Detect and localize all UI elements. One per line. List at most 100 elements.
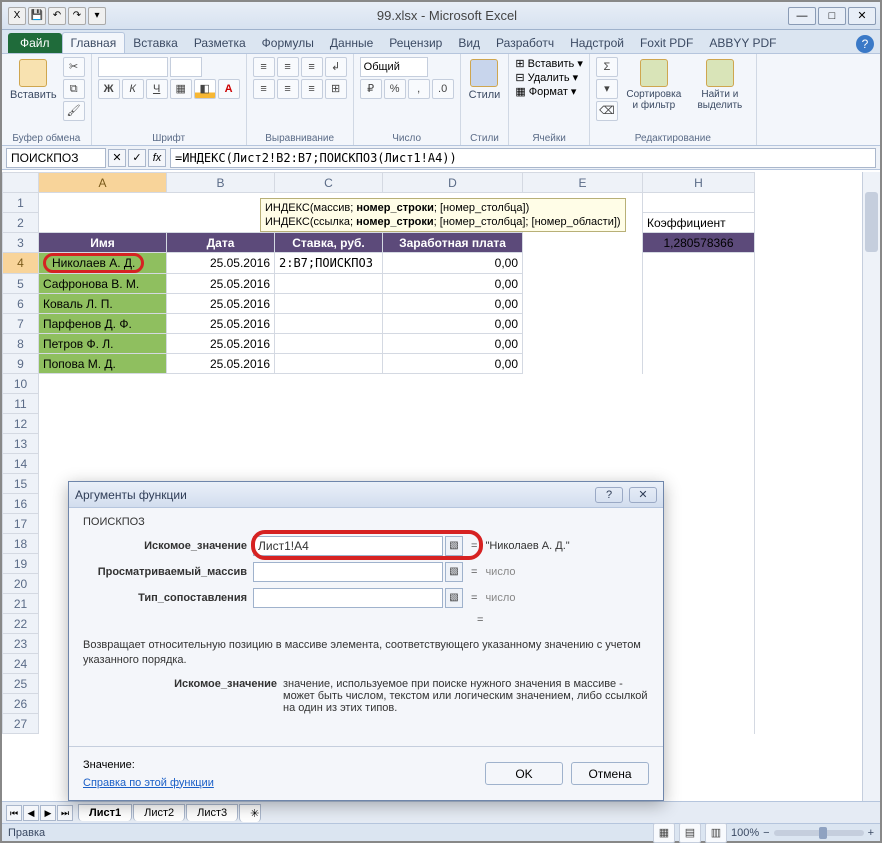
- row-7[interactable]: 7: [3, 314, 39, 334]
- row-24[interactable]: 24: [3, 654, 39, 674]
- tab-abbyy[interactable]: ABBYY PDF: [701, 33, 784, 53]
- row-9[interactable]: 9: [3, 354, 39, 374]
- row-3[interactable]: 3: [3, 233, 39, 253]
- paste-button[interactable]: Вставить: [8, 57, 59, 103]
- minimize-button[interactable]: —: [788, 7, 816, 25]
- row-8[interactable]: 8: [3, 334, 39, 354]
- row-20[interactable]: 20: [3, 574, 39, 594]
- dialog-titlebar[interactable]: Аргументы функции ? ✕: [69, 482, 663, 508]
- redo-icon[interactable]: ↷: [68, 7, 86, 25]
- inc-dec-icon[interactable]: .0: [432, 79, 454, 99]
- sheet-nav-next[interactable]: ▶: [40, 805, 56, 821]
- row-21[interactable]: 21: [3, 594, 39, 614]
- vertical-scrollbar[interactable]: [862, 172, 880, 801]
- hdr-date[interactable]: Дата: [167, 233, 275, 253]
- cell-a9[interactable]: Попова М. Д.: [39, 354, 167, 374]
- cells-insert[interactable]: ⊞ Вставить ▾: [515, 57, 583, 70]
- cell-a6[interactable]: Коваль Л. П.: [39, 294, 167, 314]
- font-name-box[interactable]: [98, 57, 168, 77]
- align-top-icon[interactable]: ≡: [253, 57, 275, 77]
- cell-d8[interactable]: 0,00: [383, 334, 523, 354]
- row-17[interactable]: 17: [3, 514, 39, 534]
- view-layout-icon[interactable]: ▤: [679, 823, 701, 843]
- row-1[interactable]: 1: [3, 193, 39, 213]
- row-13[interactable]: 13: [3, 434, 39, 454]
- align-right-icon[interactable]: ≡: [301, 79, 323, 99]
- koef-value[interactable]: 1,280578366: [643, 233, 755, 253]
- row-4[interactable]: 4: [3, 253, 39, 274]
- col-a[interactable]: A: [39, 173, 167, 193]
- help-icon[interactable]: ?: [856, 35, 874, 53]
- tab-review[interactable]: Рецензир: [381, 33, 450, 53]
- cell-c6[interactable]: [275, 294, 383, 314]
- koef-label[interactable]: Коэффициент: [643, 213, 755, 233]
- wrap-icon[interactable]: ↲: [325, 57, 347, 77]
- col-d[interactable]: D: [383, 173, 523, 193]
- align-center-icon[interactable]: ≡: [277, 79, 299, 99]
- tab-view[interactable]: Вид: [450, 33, 488, 53]
- dialog-help-link[interactable]: Справка по этой функции: [83, 777, 214, 789]
- font-color-icon[interactable]: A: [218, 79, 240, 99]
- file-tab[interactable]: Файл: [8, 33, 62, 53]
- cell-b9[interactable]: 25.05.2016: [167, 354, 275, 374]
- row-14[interactable]: 14: [3, 454, 39, 474]
- tab-formulas[interactable]: Формулы: [254, 33, 322, 53]
- dialog-help-icon[interactable]: ?: [595, 487, 623, 503]
- border-icon[interactable]: ▦: [170, 79, 192, 99]
- arg3-input[interactable]: [253, 588, 443, 608]
- cell-c7[interactable]: [275, 314, 383, 334]
- sheet-nav-first[interactable]: ⏮: [6, 805, 22, 821]
- col-e[interactable]: E: [523, 173, 643, 193]
- cell-b5[interactable]: 25.05.2016: [167, 274, 275, 294]
- view-normal-icon[interactable]: ▦: [653, 823, 675, 843]
- find-select-button[interactable]: Найти и выделить: [690, 57, 750, 113]
- row-10[interactable]: 10: [3, 374, 39, 394]
- cell-a7[interactable]: Парфенов Д. Ф.: [39, 314, 167, 334]
- cell-d9[interactable]: 0,00: [383, 354, 523, 374]
- currency-icon[interactable]: ₽: [360, 79, 382, 99]
- italic-icon[interactable]: К: [122, 79, 144, 99]
- hdr-name[interactable]: Имя: [39, 233, 167, 253]
- sheet-tab-1[interactable]: Лист1: [78, 804, 132, 821]
- percent-icon[interactable]: %: [384, 79, 406, 99]
- cell-d6[interactable]: 0,00: [383, 294, 523, 314]
- qat-dropdown-icon[interactable]: ▾: [88, 7, 106, 25]
- save-icon[interactable]: 💾: [28, 7, 46, 25]
- tab-home[interactable]: Главная: [62, 32, 126, 53]
- sheet-tab-3[interactable]: Лист3: [186, 804, 238, 821]
- fill-color-icon[interactable]: ◧: [194, 79, 216, 99]
- align-bot-icon[interactable]: ≡: [301, 57, 323, 77]
- cell-c9[interactable]: [275, 354, 383, 374]
- copy-icon[interactable]: ⧉: [63, 79, 85, 99]
- font-size-box[interactable]: [170, 57, 202, 77]
- row-19[interactable]: 19: [3, 554, 39, 574]
- arg1-input[interactable]: Лист1!A4: [253, 536, 443, 556]
- col-c[interactable]: C: [275, 173, 383, 193]
- cut-icon[interactable]: ✂: [63, 57, 85, 77]
- cell-a4[interactable]: Николаев А. Д.: [39, 253, 167, 274]
- zoom-slider[interactable]: [774, 830, 864, 836]
- zoom-in-icon[interactable]: +: [868, 827, 874, 839]
- cell-b6[interactable]: 25.05.2016: [167, 294, 275, 314]
- underline-icon[interactable]: Ч: [146, 79, 168, 99]
- tab-layout[interactable]: Разметка: [186, 33, 254, 53]
- zoom-out-icon[interactable]: −: [763, 827, 769, 839]
- autosum-icon[interactable]: Σ: [596, 57, 618, 77]
- row-5[interactable]: 5: [3, 274, 39, 294]
- comma-icon[interactable]: ,: [408, 79, 430, 99]
- sort-filter-button[interactable]: Сортировка и фильтр: [622, 57, 686, 113]
- number-format-box[interactable]: Общий: [360, 57, 428, 77]
- tab-developer[interactable]: Разработч: [488, 33, 562, 53]
- maximize-button[interactable]: □: [818, 7, 846, 25]
- view-break-icon[interactable]: ▥: [705, 823, 727, 843]
- hdr-rate[interactable]: Ставка, руб.: [275, 233, 383, 253]
- row-11[interactable]: 11: [3, 394, 39, 414]
- row-18[interactable]: 18: [3, 534, 39, 554]
- cells-format[interactable]: ▦ Формат ▾: [515, 85, 576, 98]
- format-painter-icon[interactable]: 🖌: [63, 101, 85, 121]
- dialog-close-icon[interactable]: ✕: [629, 487, 657, 503]
- undo-icon[interactable]: ↶: [48, 7, 66, 25]
- arg2-input[interactable]: [253, 562, 443, 582]
- cell-a5[interactable]: Сафронова В. М.: [39, 274, 167, 294]
- hdr-salary[interactable]: Заработная плата: [383, 233, 523, 253]
